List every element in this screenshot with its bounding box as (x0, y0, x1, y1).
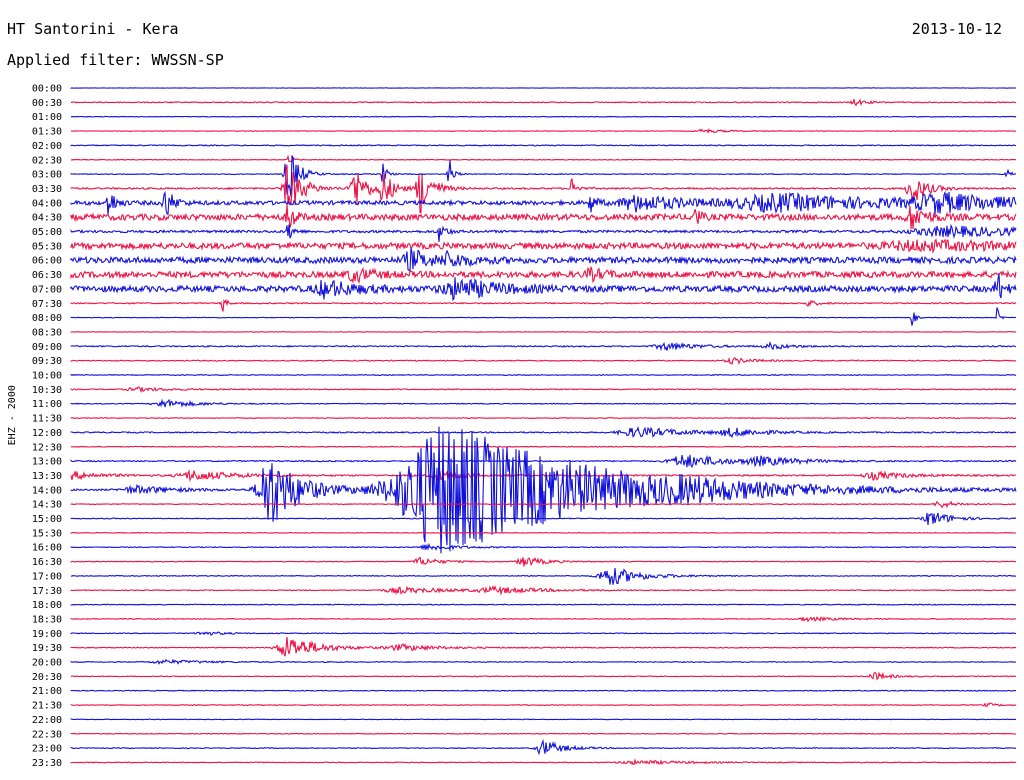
time-tick-label: 10:30 (32, 385, 62, 396)
time-tick-label: 15:30 (32, 528, 62, 539)
trace-line (70, 636, 1017, 657)
trace-line (70, 445, 1016, 448)
trace-line (70, 398, 1017, 408)
time-tick-label: 19:00 (32, 629, 62, 640)
time-tick-label: 04:00 (32, 198, 62, 209)
trace-line (70, 128, 1017, 134)
time-tick-label: 04:30 (32, 213, 62, 224)
time-tick-label: 03:00 (32, 170, 62, 181)
trace-line (70, 689, 1017, 692)
time-tick-label: 20:30 (32, 672, 62, 683)
time-tick-label: 11:30 (32, 414, 62, 425)
time-tick-label: 13:00 (32, 457, 62, 468)
time-tick-label: 03:30 (32, 184, 62, 195)
time-tick-label: 21:00 (32, 686, 62, 697)
trace-line (70, 426, 1017, 439)
trace-line (70, 738, 1016, 756)
trace-line (70, 273, 1017, 302)
trace-line (70, 417, 1017, 420)
trace-line (70, 671, 1017, 681)
trace-line (70, 144, 1017, 147)
trace-line (70, 426, 1017, 554)
trace-line (70, 247, 1017, 273)
time-tick-label: 12:00 (32, 428, 62, 439)
time-tick-label: 19:30 (32, 643, 62, 654)
traces-group (70, 87, 1017, 766)
time-tick-label: 23:00 (32, 744, 62, 755)
time-tick-label: 10:00 (32, 371, 62, 382)
trace-line (70, 115, 1017, 118)
time-tick-label: 11:00 (32, 399, 62, 410)
time-tick-labels: 00:00 00:30 01:00 01:30 02:00 02:30 03:00 03:30… (32, 84, 62, 769)
trace-line (70, 585, 1017, 596)
trace-line (70, 567, 1016, 585)
time-tick-label: 08:30 (32, 327, 62, 338)
trace-line (70, 223, 1017, 242)
time-tick-label: 15:00 (32, 514, 62, 525)
time-tick-label: 09:00 (32, 342, 62, 353)
trace-line (70, 732, 1017, 735)
trace-line (70, 164, 1017, 214)
time-tick-label: 09:30 (32, 356, 62, 367)
trace-line (70, 340, 1017, 352)
trace-line (70, 615, 1017, 623)
time-tick-label: 02:30 (32, 155, 62, 166)
time-tick-label: 02:00 (32, 141, 62, 152)
time-tick-label: 17:30 (32, 586, 62, 597)
time-tick-label: 14:00 (32, 485, 62, 496)
trace-line (70, 603, 1017, 606)
time-tick-label: 23:30 (32, 758, 62, 769)
trace-line (70, 204, 1017, 230)
time-tick-label: 16:30 (32, 557, 62, 568)
trace-line (70, 386, 1017, 394)
trace-line (70, 155, 1017, 197)
trace-line (70, 542, 1017, 551)
time-tick-label: 01:30 (32, 127, 62, 138)
time-tick-label: 00:00 (32, 84, 62, 95)
trace-line (70, 190, 1017, 216)
time-tick-label: 22:30 (32, 729, 62, 740)
trace-line (70, 758, 1017, 766)
trace-line (70, 373, 1017, 377)
time-tick-label: 08:00 (32, 313, 62, 324)
time-tick-label: 07:30 (32, 299, 62, 310)
trace-line (70, 356, 1016, 366)
trace-line (70, 298, 1017, 312)
time-tick-label: 01:00 (32, 112, 62, 123)
time-tick-label: 05:30 (32, 241, 62, 252)
time-tick-label: 05:00 (32, 227, 62, 238)
trace-line (70, 266, 1017, 284)
time-tick-label: 18:30 (32, 614, 62, 625)
trace-line (70, 331, 1017, 334)
seismogram-plot: 00:00 00:30 01:00 01:30 02:00 02:30 03:00 03:30… (7, 84, 1017, 769)
time-tick-label: 06:00 (32, 256, 62, 267)
trace-line (70, 98, 1017, 107)
trace-line (70, 469, 1017, 483)
trace-line (70, 631, 1017, 636)
time-tick-label: 13:30 (32, 471, 62, 482)
time-tick-label: 22:00 (32, 715, 62, 726)
trace-line (70, 658, 1017, 665)
time-tick-label: 06:30 (32, 270, 62, 281)
trace-line (70, 154, 1017, 163)
trace-line (70, 556, 1017, 567)
time-tick-label: 12:30 (32, 442, 62, 453)
trace-line (70, 702, 1017, 708)
trace-line (70, 531, 1016, 534)
time-tick-label: 20:00 (32, 658, 62, 669)
trace-line (70, 238, 1017, 254)
time-tick-label: 17:00 (32, 571, 62, 582)
time-tick-label: 18:00 (32, 600, 62, 611)
trace-line (70, 718, 1016, 721)
time-tick-label: 14:30 (32, 500, 62, 511)
trace-line (70, 454, 1017, 469)
time-tick-label: 00:30 (32, 98, 62, 109)
time-tick-label: 07:00 (32, 284, 62, 295)
time-tick-label: 16:00 (32, 543, 62, 554)
trace-line (70, 307, 1017, 326)
channel-label: EHZ - 2000 (7, 385, 18, 445)
time-tick-label: 21:30 (32, 701, 62, 712)
